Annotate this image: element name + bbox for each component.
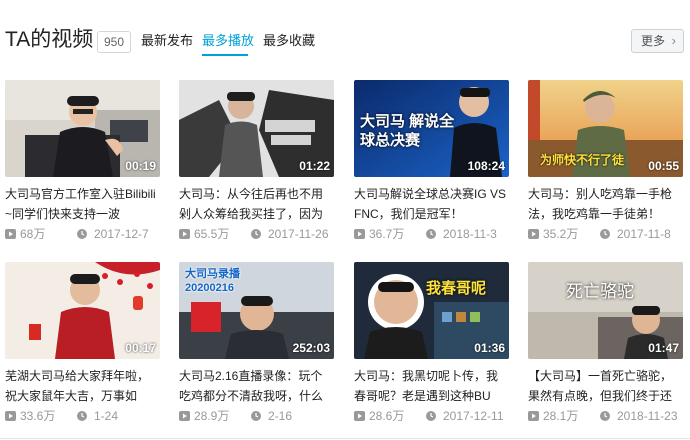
upload-date: 2018-11-23 (617, 409, 678, 423)
clock-icon (77, 411, 87, 421)
video-meta: 36.7万 2018-11-3 (354, 226, 509, 242)
upload-date: 1-24 (94, 409, 119, 423)
video-title[interactable]: 大司马解说全球总决赛IG VS FNC，我们是冠军！ (354, 184, 509, 224)
upload-date: 2017-12-7 (94, 227, 149, 241)
video-meta: 28.9万 2-16 (179, 408, 334, 424)
thumbnail-overlay-text: 为师快不行了徒 (540, 153, 625, 167)
play-count: 35.2万 (543, 227, 579, 241)
play-count: 65.5万 (194, 227, 230, 241)
chevron-right-icon: › (671, 33, 676, 48)
video-duration: 01:47 (648, 341, 679, 355)
video-duration: 00:55 (648, 159, 679, 173)
video-thumbnail[interactable]: 为师快不行了徒 00:55 (528, 80, 683, 177)
clock-icon (251, 411, 261, 421)
clock-icon (600, 411, 610, 421)
play-count: 36.7万 (369, 227, 405, 241)
video-title[interactable]: 大司马官方工作室入驻Bilibili~同学们快来支持一波 (5, 184, 160, 224)
play-count: 68万 (20, 227, 46, 241)
video-duration: 108:24 (467, 159, 505, 173)
video-duration: 252:03 (292, 341, 330, 355)
play-count-icon (5, 229, 16, 239)
video-duration: 00:17 (125, 341, 156, 355)
video-title[interactable]: 大司马2.16直播录像：玩个吃鸡都分不清敌我呀，什么鬼？ (179, 366, 334, 406)
thumbnail-overlay-text: 大司马录播 20200216 (185, 268, 240, 294)
video-thumbnail[interactable]: 00:19 (5, 80, 160, 177)
play-count-icon (179, 229, 190, 239)
video-thumbnail[interactable]: 我春哥呢 01:36 (354, 262, 509, 359)
upload-date: 2017-11-26 (268, 227, 329, 241)
video-thumbnail[interactable]: 01:22 (179, 80, 334, 177)
video-meta: 68万 2017-12-7 (5, 226, 160, 242)
video-thumbnail[interactable]: 大司马 解说全球总决赛 108:24 (354, 80, 509, 177)
clock-icon (600, 229, 610, 239)
video-meta: 28.1万 2018-11-23 (528, 408, 683, 424)
video-thumbnail[interactable]: 死亡骆驼 01:47 (528, 262, 683, 359)
play-count-icon (528, 229, 539, 239)
play-count: 33.6万 (20, 409, 56, 423)
play-count: 28.1万 (543, 409, 579, 423)
video-meta: 35.2万 2017-11-8 (528, 226, 683, 242)
clock-icon (426, 229, 436, 239)
active-tab-indicator (202, 54, 248, 56)
thumbnail-overlay-text: 我春哥呢 (426, 280, 487, 297)
play-count-icon (179, 411, 190, 421)
video-duration: 01:36 (474, 341, 505, 355)
upload-date: 2018-11-3 (443, 227, 497, 241)
play-count: 28.9万 (194, 409, 230, 423)
video-thumbnail[interactable]: 00:17 (5, 262, 160, 359)
more-button-label: 更多 (641, 34, 666, 48)
video-title[interactable]: 大司马：从今往后再也不用剁人众筹给我买挂了，因为我的 (179, 184, 334, 224)
section-header: TA的视频 950 最新发布 最多播放 最多收藏 更多 › (0, 0, 690, 66)
clock-icon (426, 411, 436, 421)
video-title[interactable]: 芜湖大司马给大家拜年啦，祝大家鼠年大吉，万事如意！ (5, 366, 160, 406)
section-title: TA的视频 (5, 28, 94, 51)
more-button[interactable]: 更多 › (631, 29, 684, 53)
play-count-icon (5, 411, 16, 421)
upload-date: 2017-11-8 (617, 227, 671, 241)
video-duration: 00:19 (125, 159, 156, 173)
video-meta: 65.5万 2017-11-26 (179, 226, 334, 242)
play-count-icon (354, 229, 365, 239)
video-duration: 01:22 (299, 159, 330, 173)
video-thumbnail[interactable]: 大司马录播 20200216 252:03 (179, 262, 334, 359)
video-title[interactable]: 大司马：我黑切呢卜传，我春哥呢？老是遇到这种BUG！ (354, 366, 509, 406)
video-meta: 33.6万 1-24 (5, 408, 160, 424)
section-divider (0, 438, 690, 439)
clock-icon (77, 229, 87, 239)
video-title[interactable]: 【大司马】一首死亡骆驼，果然有点晚，但我们终于还是做 (528, 366, 683, 406)
clock-icon (251, 229, 261, 239)
tab-most-favorited[interactable]: 最多收藏 (263, 31, 315, 51)
play-count-icon (354, 411, 365, 421)
video-meta: 28.6万 2017-12-11 (354, 408, 509, 424)
thumbnail-overlay-text: 死亡骆驼 (566, 282, 634, 301)
tab-latest[interactable]: 最新发布 (141, 31, 193, 51)
play-count-icon (528, 411, 539, 421)
tab-most-played[interactable]: 最多播放 (202, 31, 254, 51)
upload-date: 2017-12-11 (443, 409, 504, 423)
play-count: 28.6万 (369, 409, 405, 423)
thumbnail-overlay-text: 大司马 解说全球总决赛 (360, 113, 455, 149)
video-title[interactable]: 大司马：别人吃鸡靠一手枪法，我吃鸡靠一手徒弟！ (528, 184, 683, 224)
video-count-badge: 950 (97, 31, 132, 53)
upload-date: 2-16 (268, 409, 293, 423)
